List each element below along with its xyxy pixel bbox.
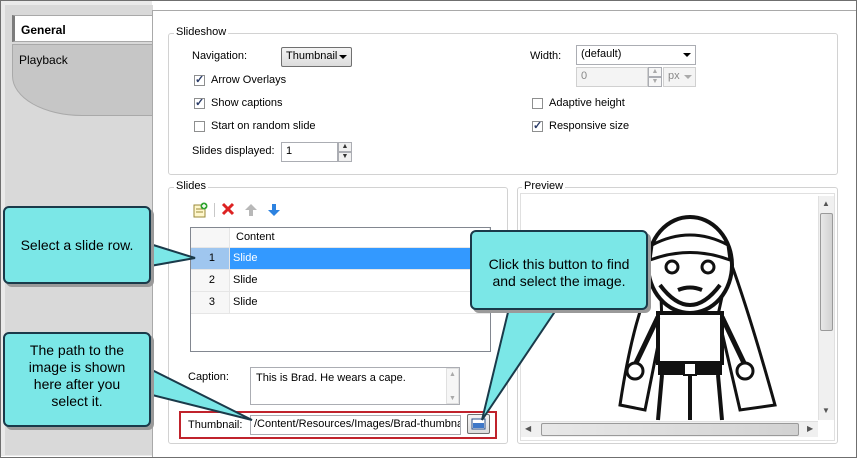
width-number-input[interactable]: 0 <box>576 67 648 87</box>
callout-path: The path to the image is shown here afte… <box>3 332 151 427</box>
arrow-overlays-checkbox[interactable] <box>194 73 205 86</box>
tab-general[interactable]: General <box>12 15 152 42</box>
callout-path-text: The path to the image is shown here afte… <box>28 342 126 409</box>
navigation-select[interactable]: Thumbnail <box>281 47 352 67</box>
caption-value: This is Brad. He wears a cape. <box>256 372 406 384</box>
width-unit-select[interactable]: px <box>663 67 696 87</box>
show-captions-label: Show captions <box>211 97 283 109</box>
callout-button-text: Click this button to find and select the… <box>488 256 630 289</box>
callout-button: Click this button to find and select the… <box>470 230 648 310</box>
move-down-icon[interactable] <box>267 203 281 217</box>
adaptive-height-checkbox[interactable] <box>532 98 543 109</box>
random-start-checkbox[interactable] <box>194 121 205 132</box>
spin-up-icon[interactable]: ▲ <box>648 67 662 77</box>
arrow-overlays-label: Arrow Overlays <box>211 74 287 86</box>
spin-down-icon[interactable]: ▼ <box>648 77 662 87</box>
chevron-down-icon <box>684 75 692 79</box>
chevron-down-icon <box>683 53 691 57</box>
spin-down-icon[interactable]: ▼ <box>338 152 352 162</box>
slides-displayed-value: 1 <box>286 145 293 157</box>
scroll-up-icon[interactable]: ▲ <box>822 199 830 208</box>
navigation-select-value: Thumbnail <box>286 50 338 62</box>
responsive-size-checkbox[interactable] <box>532 119 543 132</box>
spin-up-icon[interactable]: ▲ <box>338 142 352 152</box>
thumbnail-path-value: /Content/Resources/Images/Brad-thumbna <box>254 418 461 430</box>
width-select[interactable]: (default) <box>576 45 696 65</box>
preview-group-label: Preview <box>522 180 566 192</box>
callout-select-row: Select a slide row. <box>3 206 151 284</box>
scrollbar-thumb[interactable] <box>820 213 833 331</box>
caption-textarea[interactable]: This is Brad. He wears a cape. <box>250 367 460 405</box>
scroll-right-icon[interactable]: ▶ <box>807 424 813 433</box>
caption-scrollbar[interactable]: ▲ ▼ <box>446 368 459 404</box>
table-row[interactable]: Slide <box>230 292 490 314</box>
scroll-down-icon[interactable]: ▼ <box>822 406 830 415</box>
toolbar-separator <box>214 203 215 217</box>
show-captions-checkbox[interactable] <box>194 96 205 109</box>
table-header-content[interactable]: Content <box>230 228 490 248</box>
slides-group-label: Slides <box>174 180 208 192</box>
adaptive-height-label: Adaptive height <box>549 97 625 109</box>
preview-vertical-scrollbar[interactable]: ▲ ▼ <box>818 196 834 420</box>
width-unit-value: px <box>668 70 680 82</box>
responsive-size-label: Responsive size <box>549 120 630 132</box>
add-slide-icon[interactable] <box>192 202 208 218</box>
table-row[interactable]: Slide <box>230 248 490 270</box>
delete-icon[interactable] <box>221 202 235 216</box>
row-number[interactable]: 3 <box>191 292 230 314</box>
callout-pointer-button <box>481 303 562 421</box>
tab-playback-label: Playback <box>19 53 68 67</box>
callout-pointer-path <box>147 366 253 421</box>
navigation-label: Navigation: <box>192 50 248 62</box>
random-start-label: Start on random slide <box>211 120 316 132</box>
slides-displayed-input[interactable]: 1 <box>281 142 338 162</box>
thumbnail-path-field[interactable]: /Content/Resources/Images/Brad-thumbna <box>250 415 461 435</box>
width-label: Width: <box>530 50 562 62</box>
move-up-icon[interactable] <box>244 203 258 217</box>
width-select-value: (default) <box>581 48 622 60</box>
slides-table: Content 1 Slide 2 Slide 3 Slide <box>190 227 491 352</box>
slideshow-group-label: Slideshow <box>174 26 229 38</box>
table-row[interactable]: Slide <box>230 270 490 292</box>
scroll-left-icon[interactable]: ◀ <box>525 424 531 433</box>
chevron-down-icon <box>339 55 347 59</box>
callout-select-row-text: Select a slide row. <box>20 237 134 253</box>
column-header-label: Content <box>236 231 275 243</box>
width-number-value: 0 <box>581 70 588 82</box>
tab-general-label: General <box>21 23 66 37</box>
slides-displayed-label: Slides displayed: <box>192 145 275 157</box>
